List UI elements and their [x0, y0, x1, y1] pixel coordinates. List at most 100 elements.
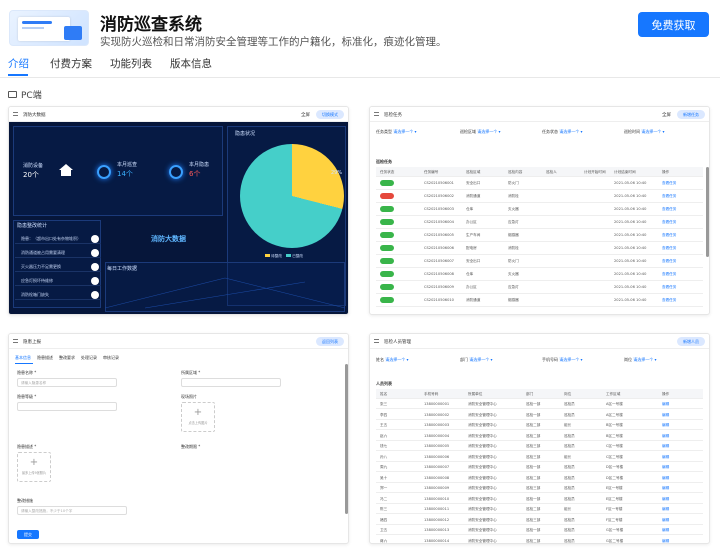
- cell: 孙八: [380, 454, 388, 459]
- filter-select[interactable]: 请选择一个 ▾: [559, 357, 582, 362]
- edit-link[interactable]: 编辑: [662, 528, 669, 533]
- filter-1[interactable]: 部门 请选择一个 ▾: [460, 357, 493, 363]
- column-header: 操作: [662, 392, 670, 396]
- edit-link[interactable]: 编辑: [662, 476, 669, 481]
- filter-2[interactable]: 手机号码 请选择一个 ▾: [542, 357, 583, 363]
- cell: 13800000013: [424, 528, 450, 532]
- monitor-icon: [8, 91, 17, 98]
- cell: 卫五: [380, 528, 388, 532]
- filter-select[interactable]: 请选择一个 ▾: [469, 357, 492, 362]
- filter-select[interactable]: 请选择一个 ▾: [393, 129, 416, 134]
- table-row: 卫五 13800000013 消防安全管理中心 巡检一部 巡检员 G区一号楼 编辑: [376, 525, 703, 535]
- form-subtab[interactable]: 审核记录: [103, 355, 119, 361]
- screenshot-hazard-form[interactable]: 隐患上报 返回列表 基本信息 隐患描述 整改要求 处理记录 审核记录 隐患名称 * 请输…: [8, 333, 349, 544]
- edit-link[interactable]: 编辑: [662, 507, 669, 512]
- list-item[interactable]: 灭火器压力不足需更换: [15, 262, 101, 272]
- screenshot-people-table[interactable]: 巡检人员管理 新增人员 姓名 请选择一个 ▾ 部门 请选择一个 ▾ 手机号码 请选择…: [369, 333, 710, 544]
- filter-select[interactable]: 请选择一个 ▾: [477, 129, 500, 134]
- cell: CS20210506006: [424, 246, 454, 250]
- filter-0[interactable]: 姓名 请选择一个 ▾: [376, 357, 409, 363]
- form-subtab[interactable]: 整改要求: [59, 355, 75, 361]
- cell: 巡检三部: [526, 517, 541, 522]
- edit-link[interactable]: 编辑: [662, 413, 669, 418]
- list-item[interactable]: 消防栓箱门缺失: [15, 290, 101, 300]
- hazard-name-input[interactable]: 请输入隐患名称: [17, 378, 117, 387]
- cell: E区二号楼: [606, 496, 623, 501]
- cell: 巡检三部: [526, 454, 541, 459]
- view-link[interactable]: 查看任务: [662, 207, 676, 212]
- filter-select[interactable]: 请选择一个 ▾: [633, 357, 656, 362]
- tab-versions[interactable]: 版本信息: [170, 56, 212, 71]
- cell: E区一号楼: [606, 486, 623, 490]
- view-link[interactable]: 查看任务: [662, 233, 676, 238]
- cell: 13800000001: [424, 402, 450, 406]
- filter-0[interactable]: 任务类型 请选择一个 ▾: [376, 129, 417, 135]
- cell: 巡检一部: [526, 412, 541, 417]
- cell: 周九: [380, 465, 388, 469]
- area-select[interactable]: [181, 378, 281, 387]
- free-get-button[interactable]: 免费获取: [638, 12, 709, 37]
- screenshot-dashboard[interactable]: 消防大数据 全屏 切换模式 消防设备 20个 本月巡查 14个 本月隐患 6个 …: [8, 106, 349, 315]
- scrollbar[interactable]: [706, 167, 709, 257]
- edit-link[interactable]: 编辑: [662, 465, 669, 470]
- edit-link[interactable]: 编辑: [662, 423, 669, 428]
- form-subtab[interactable]: 处理记录: [81, 355, 97, 361]
- view-link[interactable]: 查看任务: [662, 194, 676, 199]
- table-row: 赵六 13800000004 消防安全管理中心 巡检二部 巡检员 B区二号楼 编辑: [376, 431, 703, 441]
- filter-3[interactable]: 巡检时间 请选择一个 ▾: [624, 129, 665, 135]
- cell: 消防栓: [508, 194, 519, 198]
- cell: 赵六: [380, 433, 388, 438]
- photo-upload[interactable]: + 点击上传图片: [181, 402, 215, 432]
- table-row: CS20210506001 安全出口 防火门 2021-05-06 10:40 查看任务: [376, 177, 703, 190]
- filter-1[interactable]: 巡检区域 请选择一个 ▾: [460, 129, 501, 135]
- screenshot-task-table[interactable]: 巡检任务 全屏 新增任务 任务类型 请选择一个 ▾ 巡检区域 请选择一个 ▾ 任务状…: [369, 106, 710, 315]
- submit-button[interactable]: 提交: [17, 530, 39, 539]
- cell: D区二号楼: [606, 475, 624, 480]
- view-link[interactable]: 查看任务: [662, 259, 676, 264]
- filter-label: 手机号码: [542, 357, 560, 362]
- edit-link[interactable]: 编辑: [662, 455, 669, 460]
- menu-icon: [374, 339, 379, 343]
- measure-input[interactable]: 请输入整改措施，不少于10个字: [17, 506, 127, 515]
- tab-pricing[interactable]: 付费方案: [50, 56, 92, 71]
- form-subtab[interactable]: 隐患描述: [37, 355, 53, 361]
- view-link[interactable]: 查看任务: [662, 181, 676, 186]
- status-tag: [380, 258, 394, 264]
- cell: CS20210506009: [424, 285, 454, 289]
- level-select[interactable]: [17, 402, 117, 411]
- edit-link[interactable]: 编辑: [662, 402, 669, 407]
- tab-intro[interactable]: 介绍: [8, 56, 29, 71]
- list-item[interactable]: 应急灯损坏待维修: [15, 276, 101, 286]
- table-row: CS20210506006 配电房 消防栓 2021-05-06 10:40 查看任务: [376, 242, 703, 255]
- status-tag: [380, 232, 394, 238]
- desc-upload[interactable]: + 最多上传9张照片: [17, 452, 51, 482]
- filter-select[interactable]: 请选择一个 ▾: [385, 357, 408, 362]
- edit-link[interactable]: 编辑: [662, 486, 669, 491]
- view-link[interactable]: 查看任务: [662, 220, 676, 225]
- edit-link[interactable]: 编辑: [662, 434, 669, 439]
- edit-link[interactable]: 编辑: [662, 518, 669, 523]
- filter-select[interactable]: 请选择一个 ▾: [559, 129, 582, 134]
- filter-2[interactable]: 任务状态 请选择一个 ▾: [542, 129, 583, 135]
- filter-select[interactable]: 请选择一个 ▾: [641, 129, 664, 134]
- cell: 消防安全管理中心: [468, 517, 497, 522]
- cell: CS20210506005: [424, 233, 454, 237]
- filter-3[interactable]: 岗位 请选择一个 ▾: [624, 357, 657, 363]
- view-link[interactable]: 查看任务: [662, 298, 676, 303]
- edit-link[interactable]: 编辑: [662, 444, 669, 449]
- edit-link[interactable]: 编辑: [662, 497, 669, 502]
- form-subtab[interactable]: 基本信息: [15, 355, 31, 361]
- cell: C区一号楼: [606, 444, 623, 448]
- scrollbar[interactable]: [345, 364, 348, 514]
- view-link[interactable]: 查看任务: [662, 285, 676, 290]
- table-row: CS20210506009 办公区 应急灯 2021-05-06 10:40 查看任务: [376, 281, 703, 294]
- list-item[interactable]: 消防通道被占用需要清理: [15, 248, 101, 258]
- view-link[interactable]: 查看任务: [662, 272, 676, 277]
- list-item[interactable]: 隐患：（超市出口处有杂物堆积）: [15, 234, 101, 244]
- edit-link[interactable]: 编辑: [662, 539, 669, 544]
- column-header: 任务状态: [380, 170, 395, 174]
- cell: 应急灯: [508, 285, 519, 289]
- view-link[interactable]: 查看任务: [662, 246, 676, 251]
- cell: CS20210506007: [424, 259, 454, 263]
- tab-features[interactable]: 功能列表: [110, 56, 152, 71]
